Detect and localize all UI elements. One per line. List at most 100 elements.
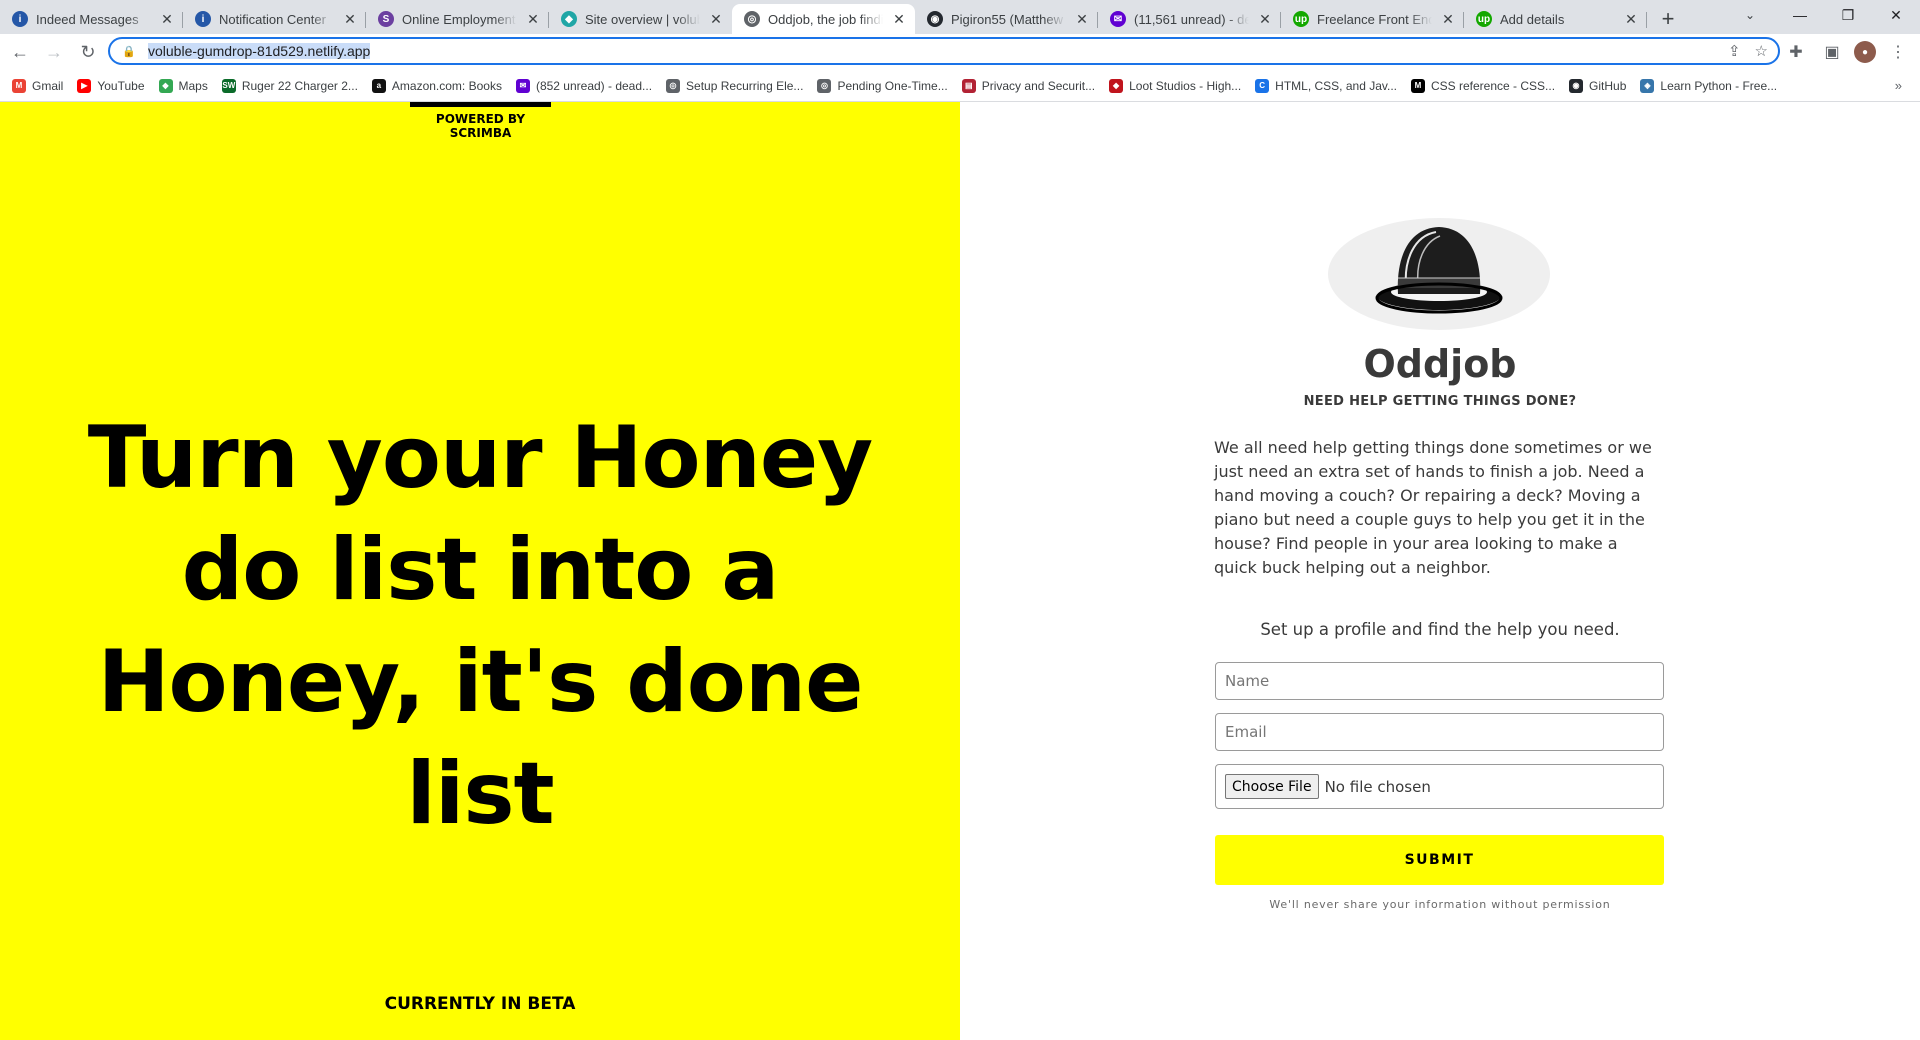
privacy-note: We'll never share your information witho…: [1269, 898, 1611, 911]
extensions-puzzle-icon[interactable]: ✚: [1782, 38, 1810, 66]
tab-close-icon[interactable]: ✕: [159, 11, 175, 27]
bookmark-item[interactable]: ◈ Learn Python - Free...: [1640, 78, 1777, 93]
bookmark-label: Maps: [178, 78, 208, 93]
netlify-icon: ◆: [561, 11, 577, 27]
bookmark-label: Pending One-Time...: [837, 78, 948, 93]
globe-icon: ◎: [817, 78, 832, 93]
url-selection: voluble-gumdrop-81d529.netlify.app: [148, 43, 371, 59]
tab-title: Notification Center: [219, 11, 326, 27]
bowler-hat-icon: [1375, 227, 1503, 314]
bookmark-label: Amazon.com: Books: [391, 78, 502, 93]
browser-tab[interactable]: ✉ (11,561 unread) - dea ✕: [1098, 4, 1281, 34]
bookmark-label: Setup Recurring Ele...: [686, 78, 804, 93]
address-bar[interactable]: 🔒 voluble-gumdrop-81d529.netlify.app ⇪ ☆: [108, 37, 1780, 65]
tab-title: Freelance Front End W: [1317, 11, 1432, 27]
bookmark-item[interactable]: ✉ (852 unread) - dead...: [515, 78, 652, 93]
browser-tab-strip: i Indeed Messages ✕ i Notification Center ✕ S O…: [0, 0, 1920, 34]
bookmark-label: Ruger 22 Charger 2...: [241, 78, 358, 93]
restore-icon[interactable]: ❐: [1824, 0, 1872, 30]
hero-panel: POWERED BY SCRIMBA Turn your Honey do li…: [0, 102, 960, 1040]
close-window-icon[interactable]: ✕: [1872, 0, 1920, 30]
tab-title: Indeed Messages: [36, 11, 139, 27]
bookmark-item[interactable]: ◆ Maps: [158, 78, 208, 93]
browser-tab[interactable]: up Freelance Front End W ✕: [1281, 4, 1464, 34]
bookmark-item[interactable]: ▶ YouTube: [77, 78, 145, 93]
new-tab-button[interactable]: +: [1651, 4, 1685, 34]
tab-close-icon[interactable]: ✕: [708, 11, 724, 27]
browser-tab[interactable]: i Notification Center ✕: [183, 4, 366, 34]
bowler-hat-logo: [1328, 218, 1550, 330]
tagline: NEED HELP GETTING THINGS DONE?: [1303, 394, 1577, 409]
tab-search-chevron-icon[interactable]: ⌄: [1730, 0, 1770, 30]
share-icon[interactable]: ⇪: [1728, 42, 1741, 60]
omnibox-actions: ⇪ ☆: [1728, 42, 1768, 60]
more-menu-icon[interactable]: ⋮: [1884, 38, 1912, 66]
browser-tab[interactable]: ◆ Site overview | voluble ✕: [549, 4, 732, 34]
browser-tab[interactable]: ◎ Oddjob, the job findin ✕: [732, 4, 915, 34]
window-controls: — ❐ ✕: [1776, 0, 1920, 30]
gmail-icon: M: [12, 78, 26, 93]
flag-icon: ▤: [961, 78, 976, 93]
page-viewport: POWERED BY SCRIMBA Turn your Honey do li…: [0, 102, 1920, 1040]
bookmark-label: Privacy and Securit...: [981, 78, 1096, 93]
tab-close-icon[interactable]: ✕: [1074, 11, 1090, 27]
browser-tab[interactable]: ◉ Pigiron55 (Matthew P ✕: [915, 4, 1098, 34]
forward-arrow-icon[interactable]: →: [40, 38, 68, 66]
tab-close-icon[interactable]: ✕: [525, 11, 541, 27]
bookmark-label: GitHub: [1589, 78, 1627, 93]
bookmark-item[interactable]: C HTML, CSS, and Jav...: [1255, 78, 1397, 93]
sw-icon: SW: [221, 78, 236, 93]
bookmarks-bar: M Gmail ▶ YouTube ◆ Maps SW Ruger 22 Charger 2.…: [0, 70, 1920, 102]
yahoo-mail-icon: ✉: [1110, 11, 1126, 27]
bookmark-star-icon[interactable]: ☆: [1755, 42, 1768, 60]
file-status-text: No file chosen: [1324, 777, 1431, 796]
bookmark-item[interactable]: ▤ Privacy and Securit...: [961, 78, 1096, 93]
powered-by-badge[interactable]: POWERED BY SCRIMBA: [410, 102, 551, 140]
choose-file-button[interactable]: Choose File: [1225, 774, 1319, 799]
tab-close-icon[interactable]: ✕: [891, 11, 907, 27]
tab-close-icon[interactable]: ✕: [1257, 11, 1273, 27]
back-arrow-icon[interactable]: ←: [6, 38, 34, 66]
loot-icon: ◆: [1109, 78, 1124, 93]
reload-icon[interactable]: ↻: [74, 38, 102, 66]
bookmark-item[interactable]: ◉ GitHub: [1569, 78, 1627, 93]
more-bookmarks-chevron-icon[interactable]: »: [1895, 78, 1902, 93]
tab-title: (11,561 unread) - dea: [1134, 11, 1249, 27]
bookmark-label: YouTube: [97, 78, 145, 93]
bookmark-label: HTML, CSS, and Jav...: [1275, 78, 1397, 93]
email-input[interactable]: [1215, 713, 1664, 751]
tab-title: Online Employment A: [402, 11, 517, 27]
globe-icon: ◎: [666, 78, 681, 93]
lock-icon[interactable]: 🔒: [122, 45, 136, 58]
bookmark-item[interactable]: a Amazon.com: Books: [371, 78, 502, 93]
setup-prompt: Set up a profile and find the help you n…: [1260, 620, 1620, 639]
bookmark-item[interactable]: M Gmail: [12, 78, 63, 93]
submit-button[interactable]: SUBMIT: [1215, 835, 1664, 885]
indeed-icon: i: [195, 11, 211, 27]
bookmark-label: Loot Studios - High...: [1129, 78, 1242, 93]
browser-tab[interactable]: S Online Employment A ✕: [366, 4, 549, 34]
bookmark-item[interactable]: ◎ Pending One-Time...: [817, 78, 948, 93]
hero-headline: Turn your Honey do list into a Honey, it…: [40, 402, 920, 850]
side-panel-icon[interactable]: ▣: [1818, 38, 1846, 66]
tab-close-icon[interactable]: ✕: [1623, 11, 1639, 27]
headline-text-1: Turn your: [87, 408, 571, 508]
youtube-icon: ▶: [77, 78, 92, 93]
tab-close-icon[interactable]: ✕: [342, 11, 358, 27]
tab-close-icon[interactable]: ✕: [1440, 11, 1456, 27]
bookmark-item[interactable]: M CSS reference - CSS...: [1411, 78, 1555, 93]
c-icon: C: [1255, 78, 1270, 93]
profile-avatar[interactable]: ●: [1854, 41, 1876, 63]
browser-tab[interactable]: up Add details ✕: [1464, 4, 1647, 34]
bookmark-item[interactable]: SW Ruger 22 Charger 2...: [221, 78, 358, 93]
github-icon: ◉: [927, 11, 943, 27]
scrimba-icon: S: [378, 11, 394, 27]
name-input[interactable]: [1215, 662, 1664, 700]
minimize-icon[interactable]: —: [1776, 0, 1824, 30]
bookmark-item[interactable]: ◆ Loot Studios - High...: [1109, 78, 1242, 93]
url-text[interactable]: voluble-gumdrop-81d529.netlify.app: [148, 43, 371, 59]
bookmark-item[interactable]: ◎ Setup Recurring Ele...: [666, 78, 804, 93]
file-upload-field[interactable]: Choose File No file chosen: [1215, 764, 1664, 809]
browser-tab[interactable]: i Indeed Messages ✕: [0, 4, 183, 34]
tab-title: Pigiron55 (Matthew P: [951, 11, 1066, 27]
